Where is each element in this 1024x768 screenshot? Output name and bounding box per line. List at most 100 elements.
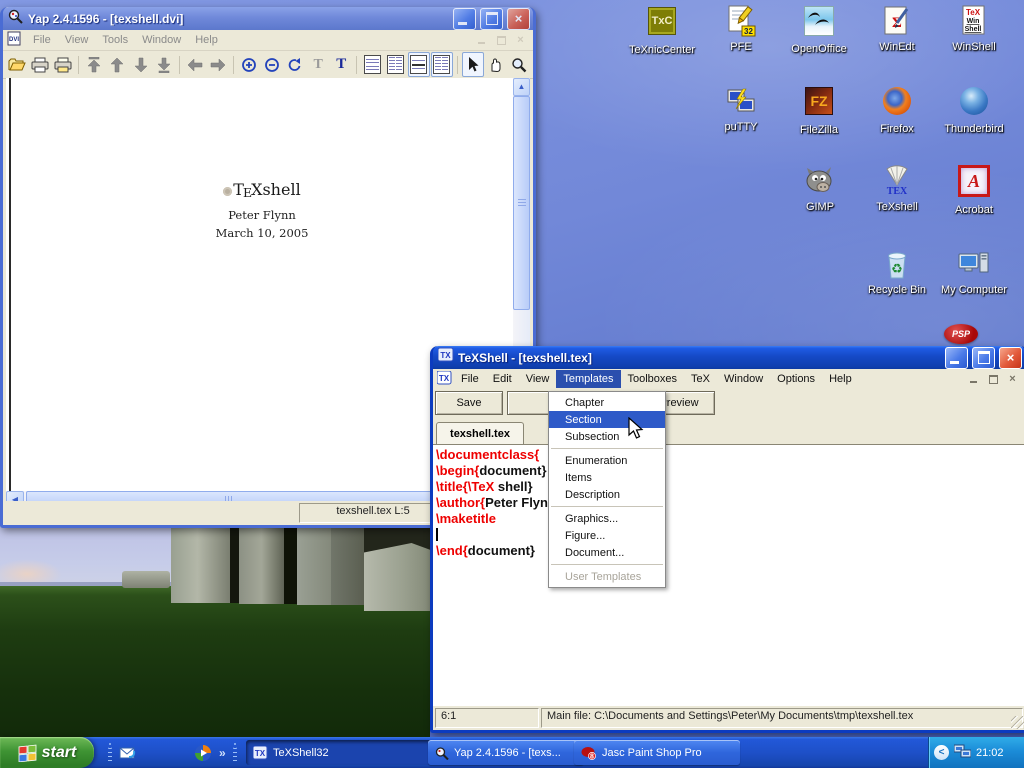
select-arrow-tool[interactable] (462, 52, 484, 77)
desktop-icon-openoffice[interactable]: OpenOffice (783, 5, 855, 57)
editor-line[interactable] (436, 527, 1024, 543)
taskbar-button-yap[interactable]: Yap 2.4.1596 - [texs... (428, 740, 584, 765)
start-button[interactable]: start (0, 737, 94, 768)
scrollbar-thumb[interactable] (513, 96, 530, 310)
source-specials-tool[interactable]: T (307, 52, 329, 77)
menubar-item-tools[interactable]: Tools (95, 31, 135, 49)
thunderbird-icon[interactable] (169, 744, 187, 762)
editor-line[interactable]: \documentclass{ (436, 447, 1024, 463)
previous-page-button[interactable] (106, 52, 128, 77)
templates-menu-item-document[interactable]: Document... (549, 544, 665, 561)
zoom-in-button[interactable] (238, 52, 260, 77)
yap-minimize-button[interactable] (453, 8, 476, 30)
first-page-button[interactable] (83, 52, 105, 77)
templates-menu-item-chapter[interactable]: Chapter (549, 394, 665, 411)
next-page-button[interactable] (130, 52, 152, 77)
menu-separator (551, 448, 663, 449)
texshell-titlebar[interactable]: TX TeXShell - [texshell.tex] × (433, 346, 1024, 369)
texshell-editor-code[interactable]: \documentclass{\begin{document}\title{\T… (433, 445, 1024, 708)
facing-pages-view-button[interactable] (384, 52, 406, 77)
editor-line[interactable]: \title{\TeX shell} (436, 479, 1024, 495)
collapse-chevron-icon[interactable]: < (934, 745, 949, 760)
menubar-item-help[interactable]: Help (188, 31, 225, 49)
magnifier-tool[interactable] (508, 52, 530, 77)
desktop-icon-firefox[interactable]: Firefox (861, 85, 933, 137)
yap-maximize-button[interactable] (480, 8, 503, 30)
dvi-document-title: TeXshell (233, 180, 300, 199)
svg-text:Win: Win (967, 18, 980, 25)
menubar-item-toolboxes[interactable]: Toolboxes (621, 370, 685, 388)
yap-close-button[interactable]: × (507, 8, 530, 30)
resize-grip[interactable] (1011, 716, 1024, 729)
texshell-window: TX TeXShell - [texshell.tex] × TX FileEd… (430, 346, 1024, 733)
desktop-icon-thunderbird[interactable]: Thunderbird (938, 85, 1010, 137)
menubar-item-window[interactable]: Window (717, 370, 770, 388)
desktop-icon-texniccenter[interactable]: TxC TeXnicCenter (626, 5, 698, 58)
templates-menu-item-graphics[interactable]: Graphics... (549, 510, 665, 527)
print-page-button[interactable] (52, 52, 74, 77)
desktop-icon-texshell[interactable]: TEX TeXshell (861, 165, 933, 215)
menubar-item-file[interactable]: File (26, 31, 58, 49)
single-page-view-button[interactable] (361, 52, 383, 77)
media-player-icon[interactable] (194, 744, 212, 762)
continuous-facing-view-button[interactable] (431, 52, 453, 77)
refresh-button[interactable] (284, 52, 306, 77)
print-button[interactable] (29, 52, 51, 77)
back-button[interactable] (184, 52, 206, 77)
templates-menu-item-user-templates[interactable]: User Templates (549, 568, 665, 585)
menubar-item-edit[interactable]: Edit (486, 370, 519, 388)
menubar-item-tex[interactable]: TeX (684, 370, 717, 388)
tab-texshell-tex[interactable]: texshell.tex (436, 422, 524, 444)
desktop-icon-putty[interactable]: puTTY (705, 85, 777, 135)
network-icon[interactable] (954, 744, 971, 762)
text-tool[interactable]: T (330, 52, 352, 77)
scroll-up-icon[interactable]: ▲ (513, 78, 530, 96)
zoom-out-button[interactable] (261, 52, 283, 77)
open-file-button[interactable] (6, 52, 28, 77)
firefox-icon[interactable] (144, 744, 162, 762)
menubar-item-help[interactable]: Help (822, 370, 859, 388)
save-button[interactable]: Save (435, 391, 503, 415)
desktop-icon-recycle-bin[interactable]: ♻ Recycle Bin (861, 248, 933, 298)
mdi-restore-button[interactable] (985, 372, 1002, 386)
menubar-item-view[interactable]: View (519, 370, 557, 388)
templates-menu-item-section[interactable]: Section (549, 411, 665, 428)
taskbar-button-texshell[interactable]: TX TeXShell32 (246, 740, 436, 765)
hand-pan-tool[interactable] (485, 52, 507, 77)
editor-line[interactable]: \begin{document} (436, 463, 1024, 479)
outlook-express-icon[interactable] (119, 744, 137, 762)
chevron-expand-icon[interactable]: » (219, 746, 226, 760)
mdi-close-button[interactable]: × (1004, 372, 1021, 386)
texshell-close-button[interactable]: × (999, 347, 1022, 369)
templates-menu-item-items[interactable]: Items (549, 469, 665, 486)
desktop-icon-paint-shop-pro[interactable]: PSP (944, 324, 980, 346)
last-page-button[interactable] (153, 52, 175, 77)
desktop-icon-winshell[interactable]: TeX Win Shell WinShell (938, 5, 1010, 55)
templates-menu-item-subsection[interactable]: Subsection (549, 428, 665, 445)
desktop-icon-acrobat[interactable]: A Acrobat (938, 165, 1010, 218)
menubar-item-templates[interactable]: Templates (556, 370, 620, 388)
desktop-icon-winedt[interactable]: Σ WinEdt (861, 5, 933, 55)
mdi-minimize-button[interactable] (966, 372, 983, 386)
desktop-icon-gimp[interactable]: GIMP (784, 165, 856, 215)
menubar-item-options[interactable]: Options (770, 370, 822, 388)
templates-menu-item-enumeration[interactable]: Enumeration (549, 452, 665, 469)
templates-menu-item-figure[interactable]: Figure... (549, 527, 665, 544)
texshell-maximize-button[interactable] (972, 347, 995, 369)
taskbar-button-paint-shop-pro[interactable]: 8 Jasc Paint Shop Pro (574, 740, 740, 765)
editor-line[interactable]: \maketitle (436, 511, 1024, 527)
yap-titlebar[interactable]: Yap 2.4.1596 - [texshell.dvi] × (3, 7, 533, 30)
continuous-view-button[interactable] (408, 52, 430, 77)
templates-menu-item-description[interactable]: Description (549, 486, 665, 503)
desktop-icon-pfe[interactable]: 32 PFE (705, 5, 777, 55)
menubar-item-window[interactable]: Window (135, 31, 188, 49)
texshell-minimize-button[interactable] (945, 347, 968, 369)
desktop-icon-filezilla[interactable]: FZ FileZilla (783, 85, 855, 138)
editor-line[interactable]: \author{Peter Flynn} (436, 495, 1024, 511)
desktop-icon-my-computer[interactable]: My Computer (938, 248, 1010, 298)
templates-dropdown-menu: ChapterSectionSubsection EnumerationItems… (548, 391, 666, 588)
editor-line[interactable]: \end{document} (436, 543, 1024, 559)
menubar-item-file[interactable]: File (454, 370, 486, 388)
menubar-item-view[interactable]: View (58, 31, 96, 49)
forward-button[interactable] (207, 52, 229, 77)
